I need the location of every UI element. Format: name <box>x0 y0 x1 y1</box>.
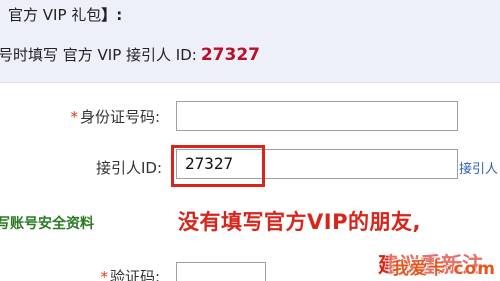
account-security-section-title: 写账号安全资料 <box>0 216 94 232</box>
required-mark: * <box>70 108 78 126</box>
referrer-instruction-text: 号时填写 官方 VIP 接引人 ID: <box>0 46 197 64</box>
referrer-id-label: 接引人ID: <box>46 157 162 178</box>
vip-gift-panel: 官方 VIP 礼包】: 号时填写 官方 VIP 接引人 ID: 27327 <box>0 0 500 83</box>
referrer-instruction: 号时填写 官方 VIP 接引人 ID: 27327 <box>0 44 260 65</box>
captcha-label: * 验证码: <box>60 266 160 281</box>
site-watermark: 我爱卡·com <box>388 252 500 281</box>
idcard-input[interactable] <box>176 101 458 131</box>
referrer-id-value: 27327 <box>200 45 260 65</box>
gift-title-text: 官方 VIP 礼包 <box>8 6 102 24</box>
idcard-label-text: 身份证号码: <box>79 108 160 126</box>
required-mark: * <box>100 268 108 281</box>
watermark-text: 我爱卡·com <box>392 259 496 279</box>
notice-line-1: 没有填写官方VIP的朋友, <box>178 210 421 234</box>
idcard-label: * 身份证号码: <box>30 106 160 127</box>
captcha-label-text: 验证码: <box>109 268 160 281</box>
gift-title: 官方 VIP 礼包】: <box>8 4 122 25</box>
referrer-highlight-box <box>171 145 265 187</box>
gift-title-bracket: 】: <box>101 6 123 24</box>
captcha-input[interactable] <box>176 262 266 281</box>
referrer-hint-link[interactable]: 接引人 <box>459 158 498 177</box>
referrer-id-label-text: 接引人ID: <box>95 159 162 177</box>
